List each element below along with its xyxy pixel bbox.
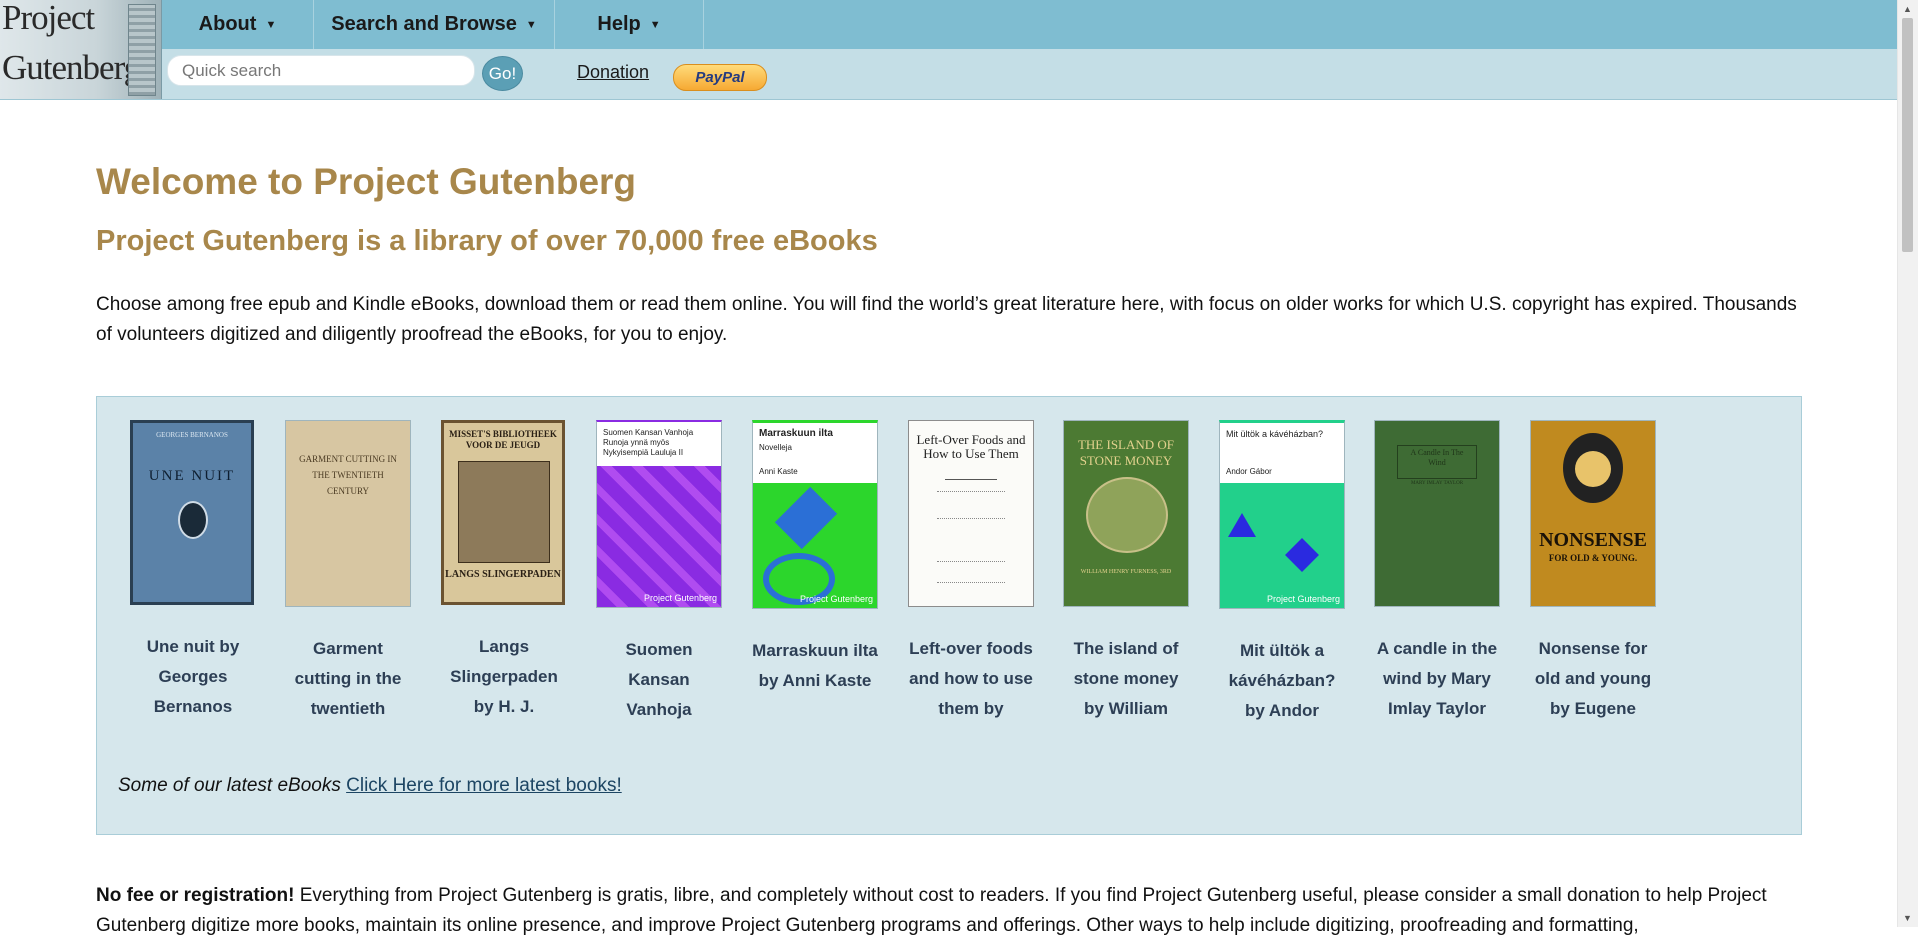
book-item[interactable]: Suomen Kansan Vanhoja Runoja ynnä myös N…: [596, 420, 722, 725]
cover-shape-icon: [774, 486, 838, 550]
book-cover[interactable]: Suomen Kansan Vanhoja Runoja ynnä myös N…: [596, 420, 722, 608]
caret-down-icon: ▼: [649, 18, 661, 31]
cover-shape-icon: [1228, 513, 1256, 537]
cover-title: Marraskuun ilta: [759, 428, 833, 439]
cover-text-block: [937, 561, 1005, 583]
cover-title: MISSET'S BIBLIOTHEEK VOOR DE JEUGD: [449, 429, 557, 450]
book-title[interactable]: A candle in the wind by Mary Imlay Taylo…: [1374, 634, 1500, 724]
vertical-scrollbar[interactable]: ▲ ▼: [1897, 0, 1918, 927]
logo-line-2: Gutenberg: [2, 48, 141, 87]
cover-title: NONSENSE: [1539, 529, 1647, 551]
scroll-up-icon[interactable]: ▲: [1903, 4, 1912, 14]
page-subtitle: Project Gutenberg is a library of over 7…: [96, 225, 878, 257]
cover-emblem-icon: [178, 501, 208, 539]
latest-ebooks-panel: GEORGES BERNANOS UNE NUIT Une nuit by Ge…: [96, 396, 1802, 835]
book-cover[interactable]: Marraskuun ilta Novelleja Anni Kaste Pro…: [752, 420, 878, 609]
caret-down-icon: ▼: [525, 18, 537, 31]
go-button[interactable]: Go!: [482, 56, 523, 91]
book-item[interactable]: MISSET'S BIBLIOTHEEK VOOR DE JEUGD LANGS…: [441, 420, 567, 722]
cover-brand: Project Gutenberg: [643, 593, 717, 603]
cover-shape-icon: [1285, 538, 1319, 572]
cover-title: UNE NUIT: [148, 468, 236, 484]
cover-author: GEORGES BERNANOS: [156, 431, 228, 439]
book-title[interactable]: Suomen Kansan Vanhoja: [596, 635, 722, 725]
jester-face-icon: [1575, 451, 1611, 487]
paypal-button[interactable]: PayPal: [673, 64, 767, 91]
book-title[interactable]: Mit ültök a kávéházban? by Andor: [1219, 636, 1345, 726]
cover-subtitle: Novelleja: [759, 443, 792, 452]
cover-title: THE ISLAND OF STONE MONEY: [1077, 437, 1175, 468]
cover-illustration-icon: [458, 461, 550, 563]
book-title[interactable]: Nonsense for old and young by Eugene: [1530, 634, 1656, 724]
donation-link[interactable]: Donation: [577, 62, 649, 83]
book-cover[interactable]: GARMENT CUTTING IN THE TWENTIETH CENTURY: [285, 420, 411, 607]
book-item[interactable]: NONSENSE FOR OLD & YOUNG. Nonsense for o…: [1530, 420, 1656, 724]
book-item[interactable]: A Candle In The Wind MARY IMLAY TAYLOR A…: [1374, 420, 1500, 724]
cover-brand: Project Gutenberg: [1266, 594, 1340, 604]
latest-ebooks-text: Some of our latest eBooks: [118, 775, 341, 796]
more-latest-books-link[interactable]: Click Here for more latest books!: [346, 775, 622, 796]
stone-money-icon: [1086, 477, 1168, 553]
nav-about[interactable]: About ▼: [162, 0, 314, 49]
nav-search-and-browse[interactable]: Search and Browse ▼: [314, 0, 555, 49]
book-title[interactable]: Garment cutting in the twentieth: [285, 634, 411, 724]
page-title: Welcome to Project Gutenberg: [96, 161, 637, 202]
cover-brand: Project Gutenberg: [799, 594, 873, 604]
nav-about-label: About: [198, 13, 257, 35]
book-title[interactable]: Une nuit by Georges Bernanos: [130, 632, 256, 722]
scroll-down-icon[interactable]: ▼: [1903, 913, 1912, 923]
book-title[interactable]: Left-over foods and how to use them by: [908, 634, 1034, 724]
cover-author: WILLIAM HENRY FURNESS, 3RD: [1080, 569, 1172, 575]
book-cover[interactable]: Left-Over Foods and How to Use Them: [908, 420, 1034, 607]
cover-author: Anni Kaste: [759, 467, 798, 476]
intro-paragraph: Choose among free epub and Kindle eBooks…: [96, 294, 1797, 345]
book-cover[interactable]: THE ISLAND OF STONE MONEY WILLIAM HENRY …: [1063, 420, 1189, 607]
cover-author: Andor Gábor: [1226, 467, 1272, 476]
no-fee-paragraph: No fee or registration! Everything from …: [96, 881, 1816, 941]
book-item[interactable]: GARMENT CUTTING IN THE TWENTIETH CENTURY…: [285, 420, 411, 724]
book-cover[interactable]: GEORGES BERNANOS UNE NUIT: [130, 420, 254, 605]
book-item[interactable]: Mit ültök a kávéházban? Andor Gábor Proj…: [1219, 420, 1345, 726]
nav-help[interactable]: Help ▼: [555, 0, 704, 49]
book-item[interactable]: Left-Over Foods and How to Use Them Left…: [908, 420, 1034, 724]
latest-ebooks-line: Some of our latest eBooks Click Here for…: [118, 775, 622, 797]
logo-line-1: Project: [2, 0, 95, 37]
cover-title: Left-Over Foods and How to Use Them: [916, 432, 1026, 461]
book-title[interactable]: The island of stone money by William: [1063, 634, 1189, 724]
no-fee-heading: No fee or registration!: [96, 885, 295, 906]
scrollbar-thumb[interactable]: [1902, 18, 1913, 252]
cover-subtitle: LANGS SLINGERPADEN: [445, 569, 561, 580]
logo-tower-icon: [128, 4, 156, 96]
cover-subtitle: FOR OLD & YOUNG.: [1548, 553, 1638, 563]
cover-title: GARMENT CUTTING IN THE TWENTIETH CENTURY: [299, 454, 397, 496]
nav-help-label: Help: [597, 13, 641, 35]
cover-title: A Candle In The Wind: [1410, 448, 1464, 467]
book-cover[interactable]: MISSET'S BIBLIOTHEEK VOOR DE JEUGD LANGS…: [441, 420, 565, 605]
book-item[interactable]: Marraskuun ilta Novelleja Anni Kaste Pro…: [752, 420, 878, 726]
book-item[interactable]: GEORGES BERNANOS UNE NUIT Une nuit by Ge…: [130, 420, 256, 722]
project-gutenberg-logo[interactable]: Project Gutenberg: [0, 0, 162, 99]
book-cover[interactable]: A Candle In The Wind MARY IMLAY TAYLOR: [1374, 420, 1500, 607]
book-cover[interactable]: NONSENSE FOR OLD & YOUNG.: [1530, 420, 1656, 607]
caret-down-icon: ▼: [265, 18, 277, 31]
book-title[interactable]: Marraskuun ilta by Anni Kaste: [752, 636, 878, 726]
cover-title: Suomen Kansan Vanhoja Runoja ynnä myös N…: [603, 428, 694, 457]
cover-title: Mit ültök a kávéházban?: [1226, 429, 1324, 439]
nav-search-label: Search and Browse: [331, 13, 517, 35]
book-title[interactable]: Langs Slingerpaden by H. J.: [441, 632, 567, 722]
cover-divider: [945, 479, 997, 480]
book-cover[interactable]: Mit ültök a kávéházban? Andor Gábor Proj…: [1219, 420, 1345, 609]
no-fee-text: Everything from Project Gutenberg is gra…: [96, 885, 1767, 936]
book-item[interactable]: THE ISLAND OF STONE MONEY WILLIAM HENRY …: [1063, 420, 1189, 724]
cover-text-block: [937, 491, 1005, 519]
quick-search-input[interactable]: [167, 55, 475, 86]
cover-author: MARY IMLAY TAYLOR: [1410, 481, 1464, 486]
